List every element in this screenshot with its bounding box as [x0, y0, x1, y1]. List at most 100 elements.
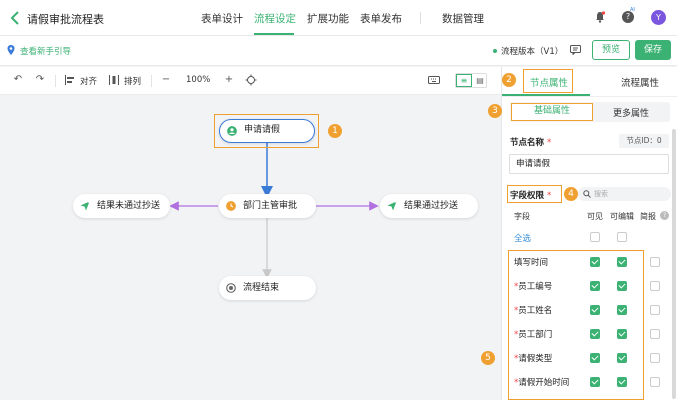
tab-data-management[interactable]: 数据管理 [442, 11, 484, 26]
editable-checkbox[interactable] [617, 257, 627, 267]
callout-badge-2: 2 [502, 73, 516, 87]
zoom-in-icon[interactable]: + [223, 74, 235, 86]
tab-node-properties[interactable]: 节点属性 [530, 75, 568, 89]
guide-link[interactable]: 查看新手引导 [20, 45, 71, 57]
avatar[interactable]: Y [651, 10, 666, 25]
field-perm-label-text: 字段权限 [510, 191, 545, 201]
ai-badge: AI [630, 7, 635, 13]
editable-checkbox[interactable] [617, 353, 627, 363]
properties-panel: 2 节点属性 流程属性 3 基础属性 更多属性 节点名称 * 节点ID：0 申请… [488, 67, 677, 400]
editable-checkbox[interactable] [617, 329, 627, 339]
editable-checkbox[interactable] [617, 281, 627, 291]
start-node-label: 申请请假 [244, 125, 281, 135]
reject-cc-node[interactable]: 结果未通过抄送 [73, 194, 170, 218]
field-row-label: 填写时间 [514, 256, 548, 268]
zoom-out-icon[interactable]: − [160, 74, 172, 86]
search-placeholder: 搜索 [594, 190, 608, 198]
end-node[interactable]: 流程结束 [219, 276, 316, 300]
send-icon [80, 201, 90, 211]
node-name-label: 节点名称 * [510, 136, 551, 148]
callout-badge-4: 4 [564, 187, 578, 201]
callout-badge-3: 3 [488, 104, 502, 118]
node-name-input[interactable]: 申请请假 [509, 154, 669, 174]
select-all-link[interactable]: 全选 [514, 232, 531, 244]
pass-cc-node[interactable]: 结果通过抄送 [380, 194, 478, 218]
field-name: 员工姓名 [518, 306, 553, 316]
select-all-editable-checkbox[interactable] [617, 232, 627, 242]
fit-icon[interactable] [245, 74, 257, 86]
pass-cc-label: 结果通过抄送 [404, 201, 459, 211]
comment-icon[interactable] [570, 45, 581, 55]
brief-checkbox[interactable] [650, 257, 660, 267]
undo-icon[interactable]: ↶ [12, 74, 24, 86]
field-name: 请假开始时间 [518, 378, 570, 388]
approval-node[interactable]: 部门主管审批 [219, 194, 316, 218]
visible-checkbox[interactable] [590, 257, 600, 267]
tab-flow-settings[interactable]: 流程设定 [254, 11, 296, 26]
field-name: 填写时间 [514, 258, 549, 268]
bell-icon[interactable] [594, 11, 606, 23]
col-field: 字段 [514, 212, 530, 221]
zoom-level: 100% [186, 75, 211, 85]
toolbar-divider [55, 75, 56, 87]
end-icon [226, 283, 236, 293]
select-all-visible-checkbox[interactable] [590, 232, 600, 242]
active-tab-indicator [254, 33, 294, 35]
canvas-toolbar: ↶ ↷ 对齐 排列 − 100% + ≡ ▤ [0, 67, 501, 95]
field-row-label: *员工姓名 [514, 304, 552, 316]
brief-checkbox[interactable] [650, 305, 660, 315]
editable-checkbox[interactable] [617, 377, 627, 387]
field-name: 员工部门 [518, 330, 553, 340]
nav-divider [420, 12, 421, 24]
align-icon[interactable] [64, 74, 76, 86]
grid-view-icon[interactable]: ▤ [473, 74, 487, 87]
app-title: 请假审批流程表 [27, 13, 104, 26]
approval-node-label: 部门主管审批 [243, 201, 298, 211]
visible-checkbox[interactable] [590, 377, 600, 387]
top-bar: 请假审批流程表 表单设计 流程设定 扩展功能 表单发布 数据管理 ? AI Y [0, 0, 677, 36]
arrange-icon[interactable] [108, 74, 120, 86]
visible-checkbox[interactable] [590, 353, 600, 363]
help-icon[interactable]: ? [660, 211, 669, 220]
required-mark: * [546, 191, 552, 201]
panel-scrollbar[interactable] [672, 129, 676, 399]
tab-extensions[interactable]: 扩展功能 [307, 11, 349, 26]
tab-flow-properties[interactable]: 流程属性 [621, 75, 659, 89]
field-search-input[interactable]: 搜索 [578, 187, 671, 201]
back-icon[interactable] [8, 10, 22, 26]
arrange-label[interactable]: 排列 [124, 75, 141, 87]
flow-canvas[interactable]: 申请请假 1 部门主管审批 结果未通过抄送 结果通过抄送 流程结束 5 [0, 96, 501, 400]
version-label[interactable]: 流程版本（V1） [501, 45, 563, 57]
required-mark: * [546, 138, 552, 148]
view-toggle: ≡ ▤ [455, 73, 487, 88]
visible-checkbox[interactable] [590, 329, 600, 339]
brief-checkbox[interactable] [650, 329, 660, 339]
save-button[interactable]: 保存 [635, 40, 671, 60]
end-node-label: 流程结束 [243, 283, 280, 293]
preview-button[interactable]: 预览 [592, 40, 630, 60]
subtab-more[interactable]: 更多属性 [613, 106, 649, 119]
field-row-label: *员工部门 [514, 328, 552, 340]
node-name-label-text: 节点名称 [510, 138, 545, 148]
redo-icon[interactable]: ↷ [34, 74, 46, 86]
keyboard-icon[interactable] [428, 74, 440, 86]
visible-checkbox[interactable] [590, 305, 600, 315]
clock-icon [226, 201, 236, 211]
field-row-label: *请假开始时间 [514, 376, 569, 388]
node-id: 节点ID：0 [619, 134, 669, 148]
list-view-icon[interactable]: ≡ [456, 74, 472, 87]
brief-checkbox[interactable] [650, 353, 660, 363]
field-row-label: *员工编号 [514, 280, 552, 292]
user-icon [227, 126, 237, 136]
brief-checkbox[interactable] [650, 377, 660, 387]
brief-checkbox[interactable] [650, 281, 660, 291]
start-node[interactable]: 申请请假 [219, 119, 315, 143]
field-name: 员工编号 [518, 282, 553, 292]
align-label[interactable]: 对齐 [80, 75, 97, 87]
tab-form-design[interactable]: 表单设计 [201, 11, 243, 26]
visible-checkbox[interactable] [590, 281, 600, 291]
version-status-dot [493, 49, 497, 53]
subtab-basic[interactable]: 基础属性 [511, 103, 593, 121]
editable-checkbox[interactable] [617, 305, 627, 315]
tab-form-publish[interactable]: 表单发布 [360, 11, 402, 26]
